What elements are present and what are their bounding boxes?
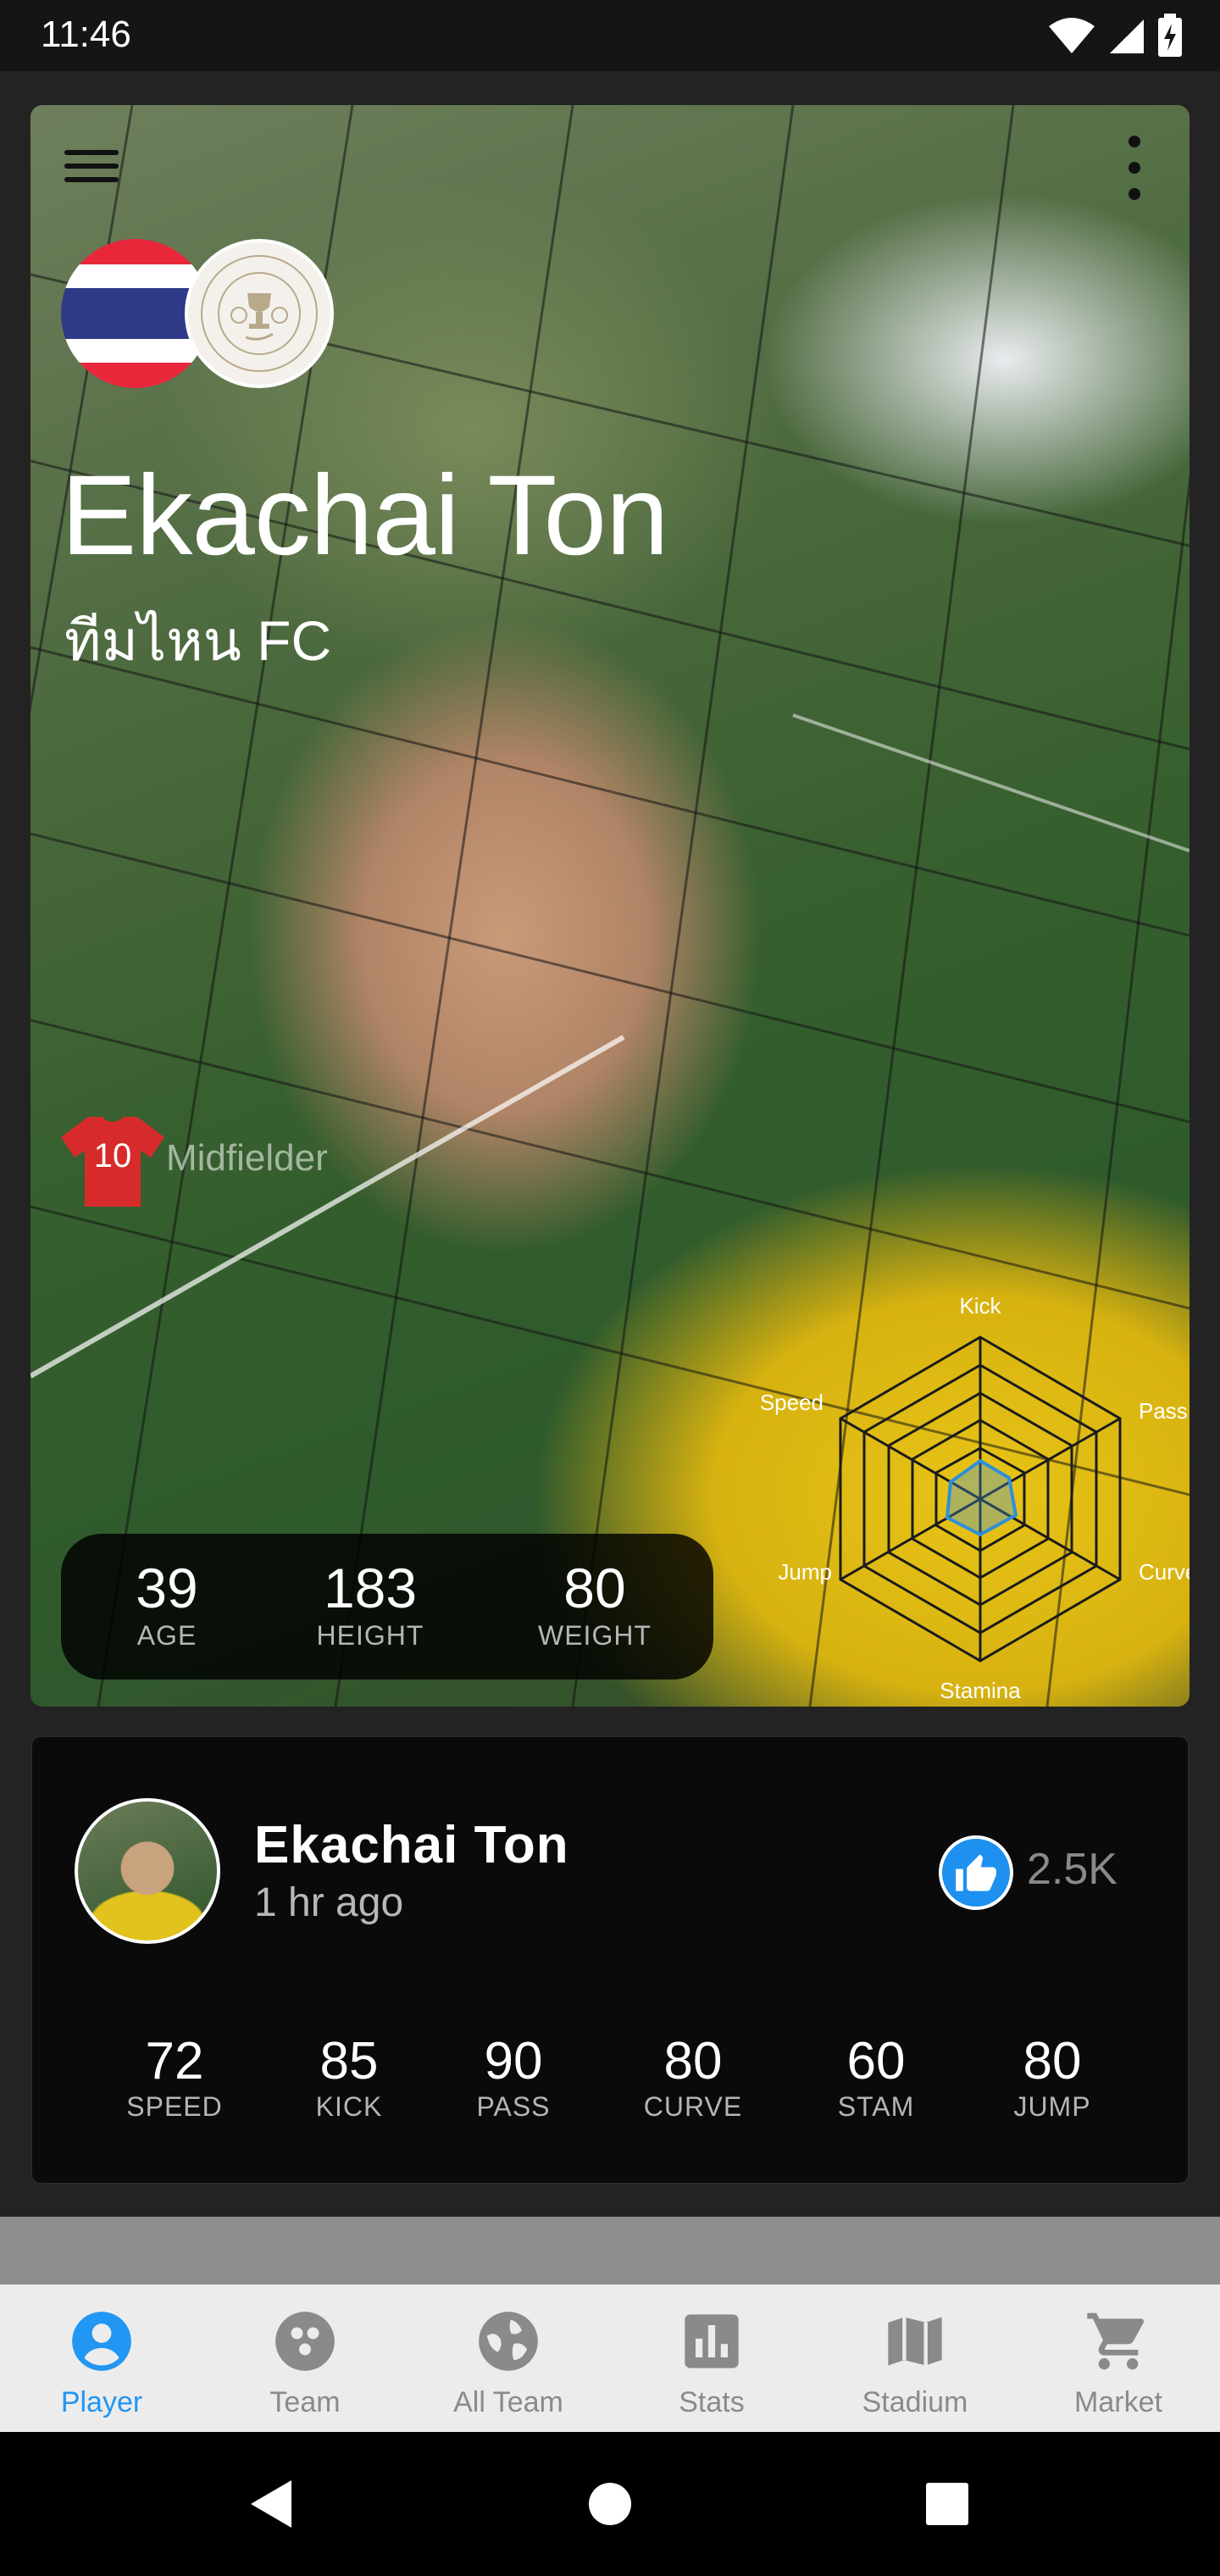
stat-pass: 90 PASS: [446, 2032, 581, 2123]
signal-icon: [1110, 19, 1144, 53]
like-count: 2.5K: [1027, 1845, 1117, 1894]
team-icon: [267, 2303, 343, 2379]
nav-label: Stats: [679, 2386, 745, 2418]
post-time: 1 hr ago: [254, 1880, 404, 1925]
radar-label-pass: Pass: [1139, 1398, 1188, 1424]
height-label: HEIGHT: [316, 1620, 424, 1651]
stat-value: 90: [484, 2032, 543, 2090]
home-circle-icon: [589, 2483, 631, 2525]
radar-data-area: [945, 1458, 1018, 1537]
stat-speed: 72 SPEED: [107, 2032, 242, 2123]
height-value: 183: [323, 1557, 418, 1619]
back-button[interactable]: [199, 2432, 343, 2576]
stat-label: STAM: [837, 2091, 915, 2122]
nav-stadium[interactable]: Stadium: [813, 2285, 1017, 2432]
radar-label-speed: Speed: [760, 1390, 824, 1415]
age-stat: 39 AGE: [112, 1556, 222, 1652]
stat-label: JUMP: [1013, 2091, 1091, 2122]
recents-button[interactable]: [875, 2432, 1019, 2576]
person-icon: [64, 2303, 140, 2379]
status-time: 11:46: [41, 14, 131, 55]
stat-value: 60: [846, 2032, 906, 2090]
battery-charging-icon: [1158, 14, 1182, 57]
weight-value: 80: [563, 1557, 626, 1619]
player-detail-card: Ekachai Ton 1 hr ago 2.5K 72 SPEED 85 KI…: [30, 1735, 1190, 2185]
wifi-icon: [1049, 18, 1095, 53]
nav-stats[interactable]: Stats: [610, 2285, 813, 2432]
nav-label: Stadium: [862, 2386, 968, 2418]
stat-label: CURVE: [643, 2091, 743, 2122]
status-bar: 11:46: [0, 0, 1220, 71]
more-vert-icon: [1128, 136, 1140, 147]
next-card-peek: [0, 2217, 1220, 2285]
nav-label: Market: [1074, 2386, 1162, 2418]
menu-icon: [64, 150, 119, 155]
menu-button[interactable]: [64, 139, 119, 193]
skills-radar-chart: Kick Pass Curve Stamina Jump Speed: [760, 1293, 1190, 1703]
bottom-navigation: Player Team All Team Stats Stadium Marke…: [0, 2285, 1220, 2432]
stat-label: PASS: [476, 2091, 551, 2122]
nav-label: Player: [60, 2386, 143, 2418]
player-position: Midfielder: [166, 1137, 328, 1179]
soccer-cup-logo: [185, 239, 334, 388]
thumb-up-icon: [956, 1854, 996, 1891]
stat-stamina: 60 STAM: [808, 2032, 944, 2123]
team-name: ทีมไหน FC: [64, 609, 332, 672]
nav-player[interactable]: Player: [0, 2285, 203, 2432]
cart-icon: [1080, 2303, 1156, 2379]
radar-label-stamina: Stamina: [940, 1678, 1021, 1703]
age-value: 39: [136, 1557, 198, 1619]
weight-stat: 80 WEIGHT: [518, 1556, 671, 1652]
player-hero-card: Ekachai Ton ทีมไหน FC 10 Midfielder Kick…: [30, 105, 1190, 1707]
stat-label: SPEED: [126, 2091, 223, 2122]
status-icons: [1047, 12, 1183, 59]
stat-value: 85: [319, 2032, 379, 2090]
recents-square-icon: [926, 2483, 968, 2525]
map-icon: [877, 2303, 953, 2379]
more-options-button[interactable]: [1122, 136, 1147, 200]
home-button[interactable]: [538, 2432, 682, 2576]
radar-label-kick: Kick: [959, 1293, 1001, 1319]
stat-value: 72: [145, 2032, 204, 2090]
nav-all-team[interactable]: All Team: [407, 2285, 610, 2432]
stat-value: 80: [663, 2032, 723, 2090]
globe-icon: [470, 2303, 546, 2379]
nav-label: All Team: [453, 2386, 563, 2418]
stats-icon: [674, 2303, 750, 2379]
avatar[interactable]: [75, 1798, 220, 1944]
nav-team[interactable]: Team: [203, 2285, 407, 2432]
stat-value: 80: [1023, 2032, 1082, 2090]
back-triangle-icon: [251, 2480, 291, 2528]
detail-player-name: Ekachai Ton: [254, 1816, 569, 1874]
system-navigation-bar: [0, 2432, 1220, 2576]
like-button[interactable]: [939, 1835, 1013, 1910]
height-stat: 183 HEIGHT: [298, 1556, 442, 1652]
weight-label: WEIGHT: [538, 1620, 652, 1651]
radar-label-curve: Curve: [1139, 1559, 1190, 1585]
jersey-number: 10: [93, 1137, 132, 1174]
stat-label: KICK: [315, 2091, 383, 2122]
age-label: AGE: [136, 1620, 197, 1651]
stat-jump: 80 JUMP: [984, 2032, 1120, 2123]
stat-kick: 85 KICK: [281, 2032, 417, 2123]
nav-market[interactable]: Market: [1017, 2285, 1220, 2432]
stat-curve: 80 CURVE: [625, 2032, 761, 2123]
player-info-pill: 39 AGE 183 HEIGHT 80 WEIGHT: [61, 1534, 713, 1679]
nav-label: Team: [269, 2386, 341, 2418]
player-name: Ekachai Ton: [61, 452, 669, 579]
radar-label-jump: Jump: [778, 1559, 832, 1585]
